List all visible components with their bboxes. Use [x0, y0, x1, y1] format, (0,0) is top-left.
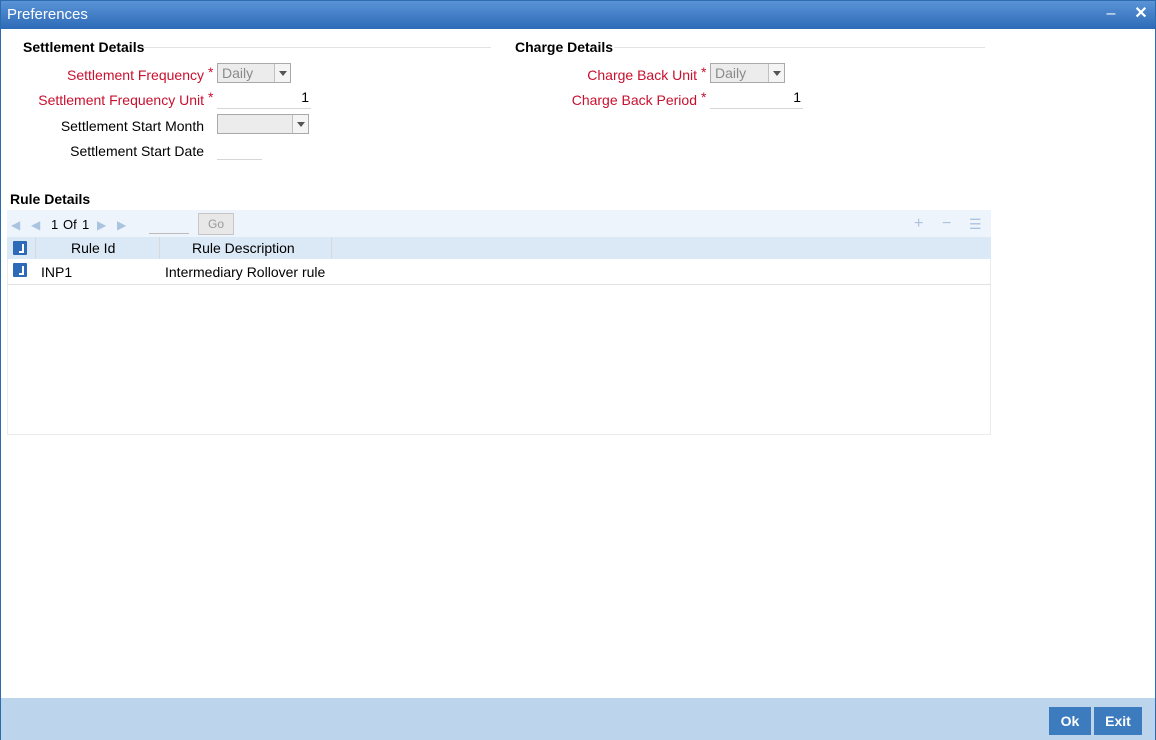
charge-details-heading: Charge Details	[515, 39, 614, 55]
add-row-icon[interactable]: +	[914, 215, 923, 233]
select-all-checkbox-icon[interactable]	[13, 241, 27, 255]
view-row-icon[interactable]: ☰	[969, 216, 982, 233]
ok-button[interactable]: Ok	[1049, 707, 1091, 735]
settlement-start-month-select[interactable]	[217, 114, 309, 134]
settlement-start-date-label: Settlement Start Date	[70, 143, 204, 159]
footer-bar	[1, 698, 1155, 740]
next-page-icon[interactable]: ▶	[97, 218, 106, 232]
charge-back-unit-select[interactable]: Daily	[710, 63, 785, 83]
rule-description-cell: Intermediary Rollover rule	[165, 264, 326, 280]
rule-id-cell: INP1	[41, 264, 73, 280]
charge-divider	[614, 47, 985, 48]
settlement-frequency-value: Daily	[222, 65, 254, 81]
page-number-input[interactable]	[149, 216, 189, 234]
minimize-icon[interactable]: –	[1101, 4, 1121, 24]
rule-details-heading: Rule Details	[10, 191, 91, 207]
close-icon[interactable]: ✕	[1131, 4, 1151, 24]
settlement-start-date-field[interactable]	[217, 140, 262, 160]
charge-back-period-label: Charge Back Period	[571, 92, 697, 108]
settlement-frequency-unit-label: Settlement Frequency Unit	[38, 92, 204, 108]
chevron-down-icon[interactable]	[768, 64, 784, 82]
exit-button[interactable]: Exit	[1094, 707, 1142, 735]
delete-row-icon[interactable]: −	[942, 215, 951, 233]
grid-header: Rule Id Rule Description	[7, 237, 991, 259]
required-marker: *	[208, 89, 214, 105]
required-marker: *	[208, 64, 214, 80]
preferences-window: Preferences – ✕ Settlement Details Settl…	[0, 0, 1156, 740]
last-page-icon[interactable]: ▶	[117, 218, 126, 232]
settlement-details-heading: Settlement Details	[23, 39, 145, 55]
required-marker: *	[701, 64, 707, 80]
window-title: Preferences	[7, 6, 88, 23]
settlement-start-month-label: Settlement Start Month	[60, 118, 204, 134]
row-checkbox-icon[interactable]	[13, 263, 27, 277]
row-divider	[7, 284, 991, 285]
settlement-frequency-select[interactable]: Daily	[217, 63, 291, 83]
previous-page-icon[interactable]: ◀	[31, 218, 40, 232]
of-label: Of	[63, 217, 77, 232]
chevron-down-icon[interactable]	[292, 115, 308, 133]
grid-toolbar: ◀ ◀ 1 Of 1 ▶ ▶ Go + − ☰	[7, 210, 991, 238]
go-button[interactable]: Go	[198, 213, 234, 235]
settlement-frequency-unit-field[interactable]: 1	[217, 89, 311, 109]
required-marker: *	[701, 89, 707, 105]
column-header-rule-description[interactable]: Rule Description	[192, 240, 295, 256]
settlement-divider	[143, 47, 491, 48]
column-header-rule-id[interactable]: Rule Id	[71, 240, 115, 256]
charge-back-period-field[interactable]: 1	[710, 89, 803, 109]
settlement-frequency-label: Settlement Frequency	[67, 67, 204, 83]
total-pages: 1	[82, 217, 90, 232]
charge-back-unit-label: Charge Back Unit	[587, 67, 697, 83]
rule-grid-body	[7, 259, 991, 435]
first-page-icon[interactable]: ◀	[11, 218, 20, 232]
current-page: 1	[51, 217, 59, 232]
charge-back-unit-value: Daily	[715, 65, 747, 81]
title-bar: Preferences – ✕	[1, 1, 1155, 29]
chevron-down-icon[interactable]	[274, 64, 290, 82]
